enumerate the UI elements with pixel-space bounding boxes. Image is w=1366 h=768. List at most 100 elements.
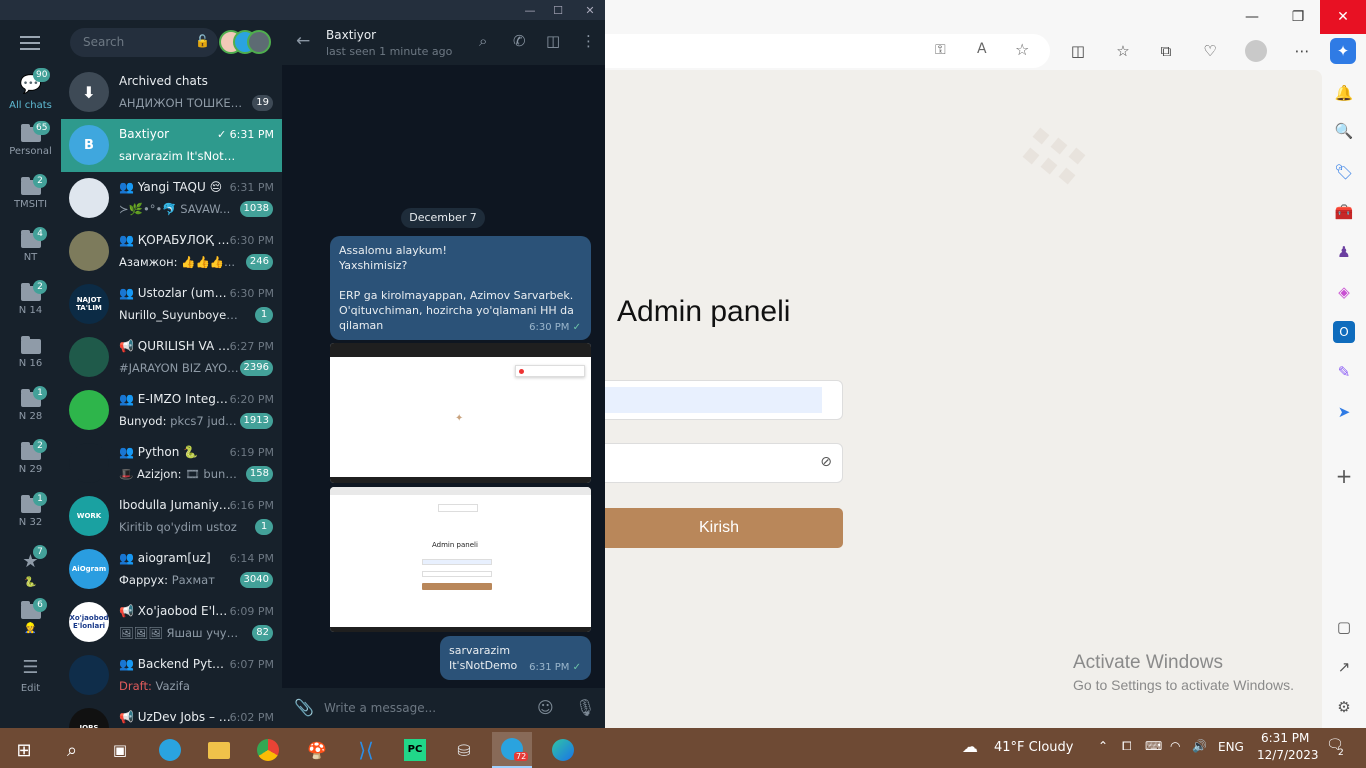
folder-tab[interactable]: 6 👷 (0, 598, 61, 652)
chat-row[interactable]: WORK Ibodulla Jumaniyoz...6:16 PM Kiritib … (61, 490, 282, 543)
windows-start-icon[interactable]: ⊞ (4, 732, 44, 768)
folder-tab[interactable]: 1 N 32 (0, 492, 61, 546)
message-bubble[interactable]: sarvarazim It'sNotDemo 6:31 PM ✓ (440, 636, 591, 680)
message-bubble[interactable]: Assalomu alaykum! Yaxshimisiz? ERP ga ki… (330, 236, 591, 340)
key-icon[interactable]: ⚿ (935, 42, 946, 58)
eye-slash-icon[interactable]: ⊘ (820, 454, 832, 470)
close-button[interactable]: ✕ (575, 0, 605, 20)
read-aloud-icon[interactable]: A (977, 41, 987, 57)
search-icon[interactable]: 🔍 (1333, 120, 1355, 142)
copilot-icon[interactable]: ✦ (1330, 38, 1356, 64)
emoji-icon[interactable]: ☺ (537, 698, 554, 717)
browser-essentials-icon[interactable]: ♡ (1197, 38, 1223, 64)
split-screen-icon[interactable]: ◫ (1065, 38, 1091, 64)
folder-tab[interactable]: 65 Personal (0, 121, 61, 175)
wifi-icon[interactable]: ◠ (1170, 739, 1180, 753)
outlook-icon[interactable]: O (1333, 321, 1355, 343)
password-field[interactable]: ⊘ (605, 443, 843, 483)
weather-text[interactable]: 41°F Cloudy (994, 740, 1073, 755)
chat-row[interactable]: B Baxtiyor ✓ 6:31 PM sarvarazim It'sNotDemo (61, 119, 282, 172)
games-icon[interactable]: ♟ (1333, 241, 1355, 263)
chrome-icon[interactable] (248, 732, 288, 768)
camera-icon[interactable]: ⧠ (1122, 739, 1132, 754)
chat-row[interactable]: 📢 QURILISH VA UY... 6:27 PM #JARAYON BIZ A… (61, 331, 282, 384)
file-explorer-icon[interactable] (199, 732, 239, 768)
contact-name[interactable]: Baxtiyor (326, 28, 376, 42)
search-icon[interactable]: ⌕ (479, 32, 487, 50)
folder-tab[interactable]: 4 NT (0, 227, 61, 281)
pycharm-icon[interactable]: PC (395, 732, 435, 768)
folder-tab[interactable]: 💬 90 All chats (0, 68, 61, 122)
chat-row[interactable]: 👥 Yangi TAQU 😔 6:31 PM ≻🌿•°•🐬 SAVAW... 1038 (61, 172, 282, 225)
minimize-button[interactable]: — (515, 0, 545, 20)
settings-gear-icon[interactable]: ⚙ (1333, 696, 1355, 718)
microphone-icon[interactable]: 🎙 (575, 698, 595, 717)
chat-row[interactable]: 👥 Backend Pytho... 6:07 PM Draft: Vazifa (61, 649, 282, 702)
screenshot-attachment[interactable]: Admin paneli (330, 487, 591, 632)
mushroom-app-icon[interactable]: 🍄 (297, 732, 337, 768)
stories-strip[interactable] (219, 30, 271, 56)
username-field[interactable] (605, 380, 843, 420)
screenshot-attachment[interactable]: ✦ (330, 343, 591, 483)
volume-icon[interactable]: 🔊 (1192, 739, 1207, 753)
keyboard-icon[interactable]: ⌨ (1145, 739, 1162, 753)
sidebar-toggle-icon[interactable]: ◫ (546, 32, 560, 50)
more-icon[interactable]: ⋯ (1289, 38, 1315, 64)
clock-time[interactable]: 6:31 PM (1261, 731, 1309, 745)
folder-tab[interactable]: 2 TMSITI (0, 174, 61, 228)
clock-date[interactable]: 12/7/2023 (1257, 748, 1319, 762)
folder-tab[interactable]: 1 N 28 (0, 386, 61, 440)
telegram-titlebar: — ☐ ✕ (0, 0, 605, 20)
tools-icon[interactable]: 🧰 (1333, 201, 1355, 223)
vscode-icon[interactable]: ⟩⟨ (346, 732, 386, 768)
cloud-icon[interactable]: ☁ (962, 737, 978, 756)
telegram-taskbar-icon[interactable]: 72 (492, 732, 532, 768)
edge-icon[interactable] (543, 732, 583, 768)
shopping-tag-icon[interactable]: 🏷 (1333, 161, 1355, 183)
microsoft365-icon[interactable]: ◈ (1333, 281, 1355, 303)
phone-icon[interactable]: ✆ (513, 32, 526, 50)
maximize-button[interactable]: ☐ (543, 0, 573, 20)
chevron-up-icon[interactable]: ⌃ (1098, 739, 1108, 753)
telegram-app-icon[interactable] (150, 732, 190, 768)
minimize-button[interactable]: — (1229, 0, 1275, 34)
folder-tab[interactable]: 2 N 29 (0, 439, 61, 493)
menu-icon[interactable] (20, 36, 40, 54)
story-avatar[interactable] (247, 30, 271, 54)
chat-row[interactable]: 👥 ҚОРАБУЛОҚ М... 6:30 PM Азамжон: 👍👍👍... 24… (61, 225, 282, 278)
send-icon[interactable]: ➤ (1333, 401, 1355, 423)
open-external-icon[interactable]: ↗ (1333, 656, 1355, 678)
folder-tab[interactable]: ★ 7 🐍 (0, 545, 61, 599)
chat-row[interactable]: 👥 E-IMZO Integrat...6:20 PM Bunyod: pkcs7… (61, 384, 282, 437)
folder-tab[interactable]: N 16 (0, 335, 61, 387)
folder-tab[interactable]: ☰ Edit (0, 653, 61, 705)
login-button[interactable]: Kirish (605, 508, 843, 548)
archived-chats-row[interactable]: ⬇ Archived chats АНДИЖОН ТОШКЕ... 🤍 19 (61, 66, 282, 119)
favorite-star-icon[interactable]: ☆ (1015, 40, 1029, 59)
favorites-icon[interactable]: ☆ (1110, 38, 1136, 64)
lock-icon[interactable]: 🔓 (195, 34, 210, 48)
message-input[interactable]: Write a message... (324, 701, 436, 715)
folder-tab[interactable]: 2 N 14 (0, 280, 61, 334)
close-button[interactable]: ✕ (1320, 0, 1366, 34)
attach-icon[interactable]: 📎 (294, 698, 314, 717)
more-vertical-icon[interactable]: ⋮ (581, 32, 596, 50)
task-view-icon[interactable]: ▣ (100, 732, 140, 768)
bell-icon[interactable]: 🔔 (1333, 82, 1355, 104)
collections-icon[interactable]: ⧉ (1153, 38, 1179, 64)
add-icon[interactable]: + (1333, 464, 1355, 488)
designer-icon[interactable]: ✎ (1333, 361, 1355, 383)
back-arrow-icon[interactable]: ← (296, 31, 310, 51)
chat-row[interactable]: NAJOT TA'LIM 👥 Ustozlar (umu... 6:30 PM Nur… (61, 278, 282, 331)
installer-icon[interactable]: ⛁ (444, 732, 484, 768)
chat-row[interactable]: 👥 Python 🐍 6:19 PM 🎩 Azizjon: 🎞 buna... 158 (61, 437, 282, 490)
sidebar-toggle-icon[interactable]: ▢ (1333, 616, 1355, 638)
chat-row[interactable]: JOBS 📢 UzDev Jobs – IT J...6:02 PM (61, 702, 282, 728)
address-bar[interactable]: ⚿ A ☆ (605, 34, 1050, 68)
restore-button[interactable]: ❐ (1275, 0, 1321, 34)
chat-row[interactable]: Xo'jaobod E'lonlari 📢 Xo'jaobod E'lon... 6… (61, 596, 282, 649)
profile-avatar[interactable] (1243, 38, 1269, 64)
language-indicator[interactable]: ENG (1218, 740, 1244, 754)
chat-row[interactable]: AiOgram 👥 aiogram[uz] 6:14 PM Фаррух: Рахма… (61, 543, 282, 596)
search-icon[interactable]: ⌕ (52, 732, 92, 768)
